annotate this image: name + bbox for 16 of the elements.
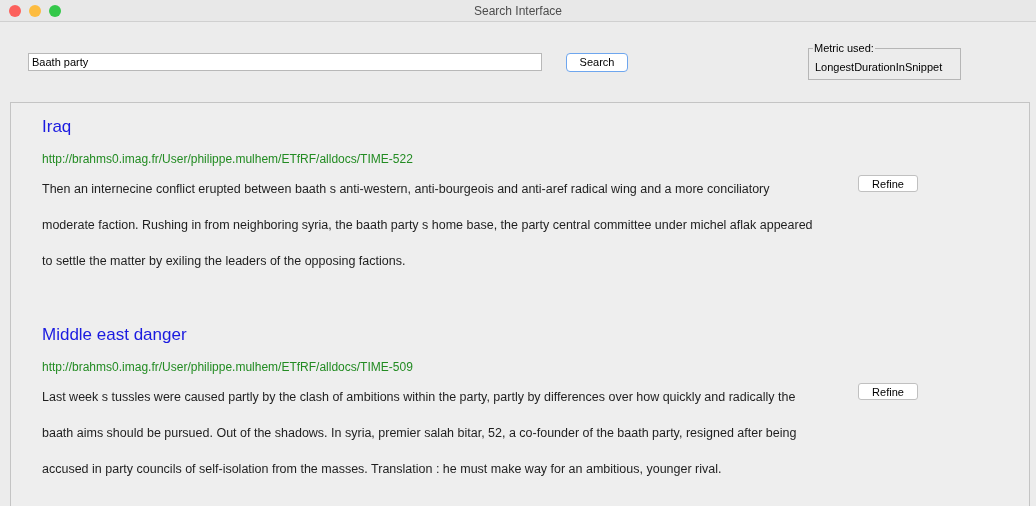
snippet-text: Then an internecine conflict erupted between baath s anti-western, anti-bourgeois and anti-aref radical wing and a more conciliatory moderate faction. Rushing in from neighboring syria, the baath party s home base, the party central committee under michel aflak appeared to settle the matter by exiling the leaders of the opposing factions. [42, 181, 814, 270]
search-button[interactable]: Search [566, 52, 628, 72]
search-field[interactable]: Baath party [28, 53, 542, 71]
snippet-text: Last week s tussles were caused partly by the clash of ambitions within the party, partly by differences over how quickly and radically the baath aims should be pursued. Out of the shadows. In syria, premier salah bitar, 52, a co-founder of the baath party, resigned after being accused in party councils of self-isolation from the masses. Translation : he must make way for an ambitious, younger rival. [42, 389, 798, 478]
refine-button[interactable]: Refine [858, 383, 918, 400]
close-button[interactable] [9, 4, 21, 17]
metric-value: LongestDurationInSnippet [815, 59, 944, 75]
zoom-button[interactable] [49, 4, 61, 17]
result-title[interactable]: Iraq [42, 116, 72, 138]
result-url[interactable]: http://brahms0.imag.fr/User/philippe.mulhem/ETfRF/alldocs/TIME-522 [42, 152, 413, 167]
window-title: Search Interface [473, 2, 563, 20]
result-url[interactable]: http://brahms0.imag.fr/User/philippe.mulhem/ETfRF/alldocs/TIME-509 [42, 360, 413, 375]
refine-button[interactable]: Refine [858, 175, 918, 192]
minimize-button[interactable] [29, 4, 41, 17]
result-title[interactable]: Middle east danger [42, 324, 187, 346]
metric-legend: Metric used: [813, 40, 875, 57]
